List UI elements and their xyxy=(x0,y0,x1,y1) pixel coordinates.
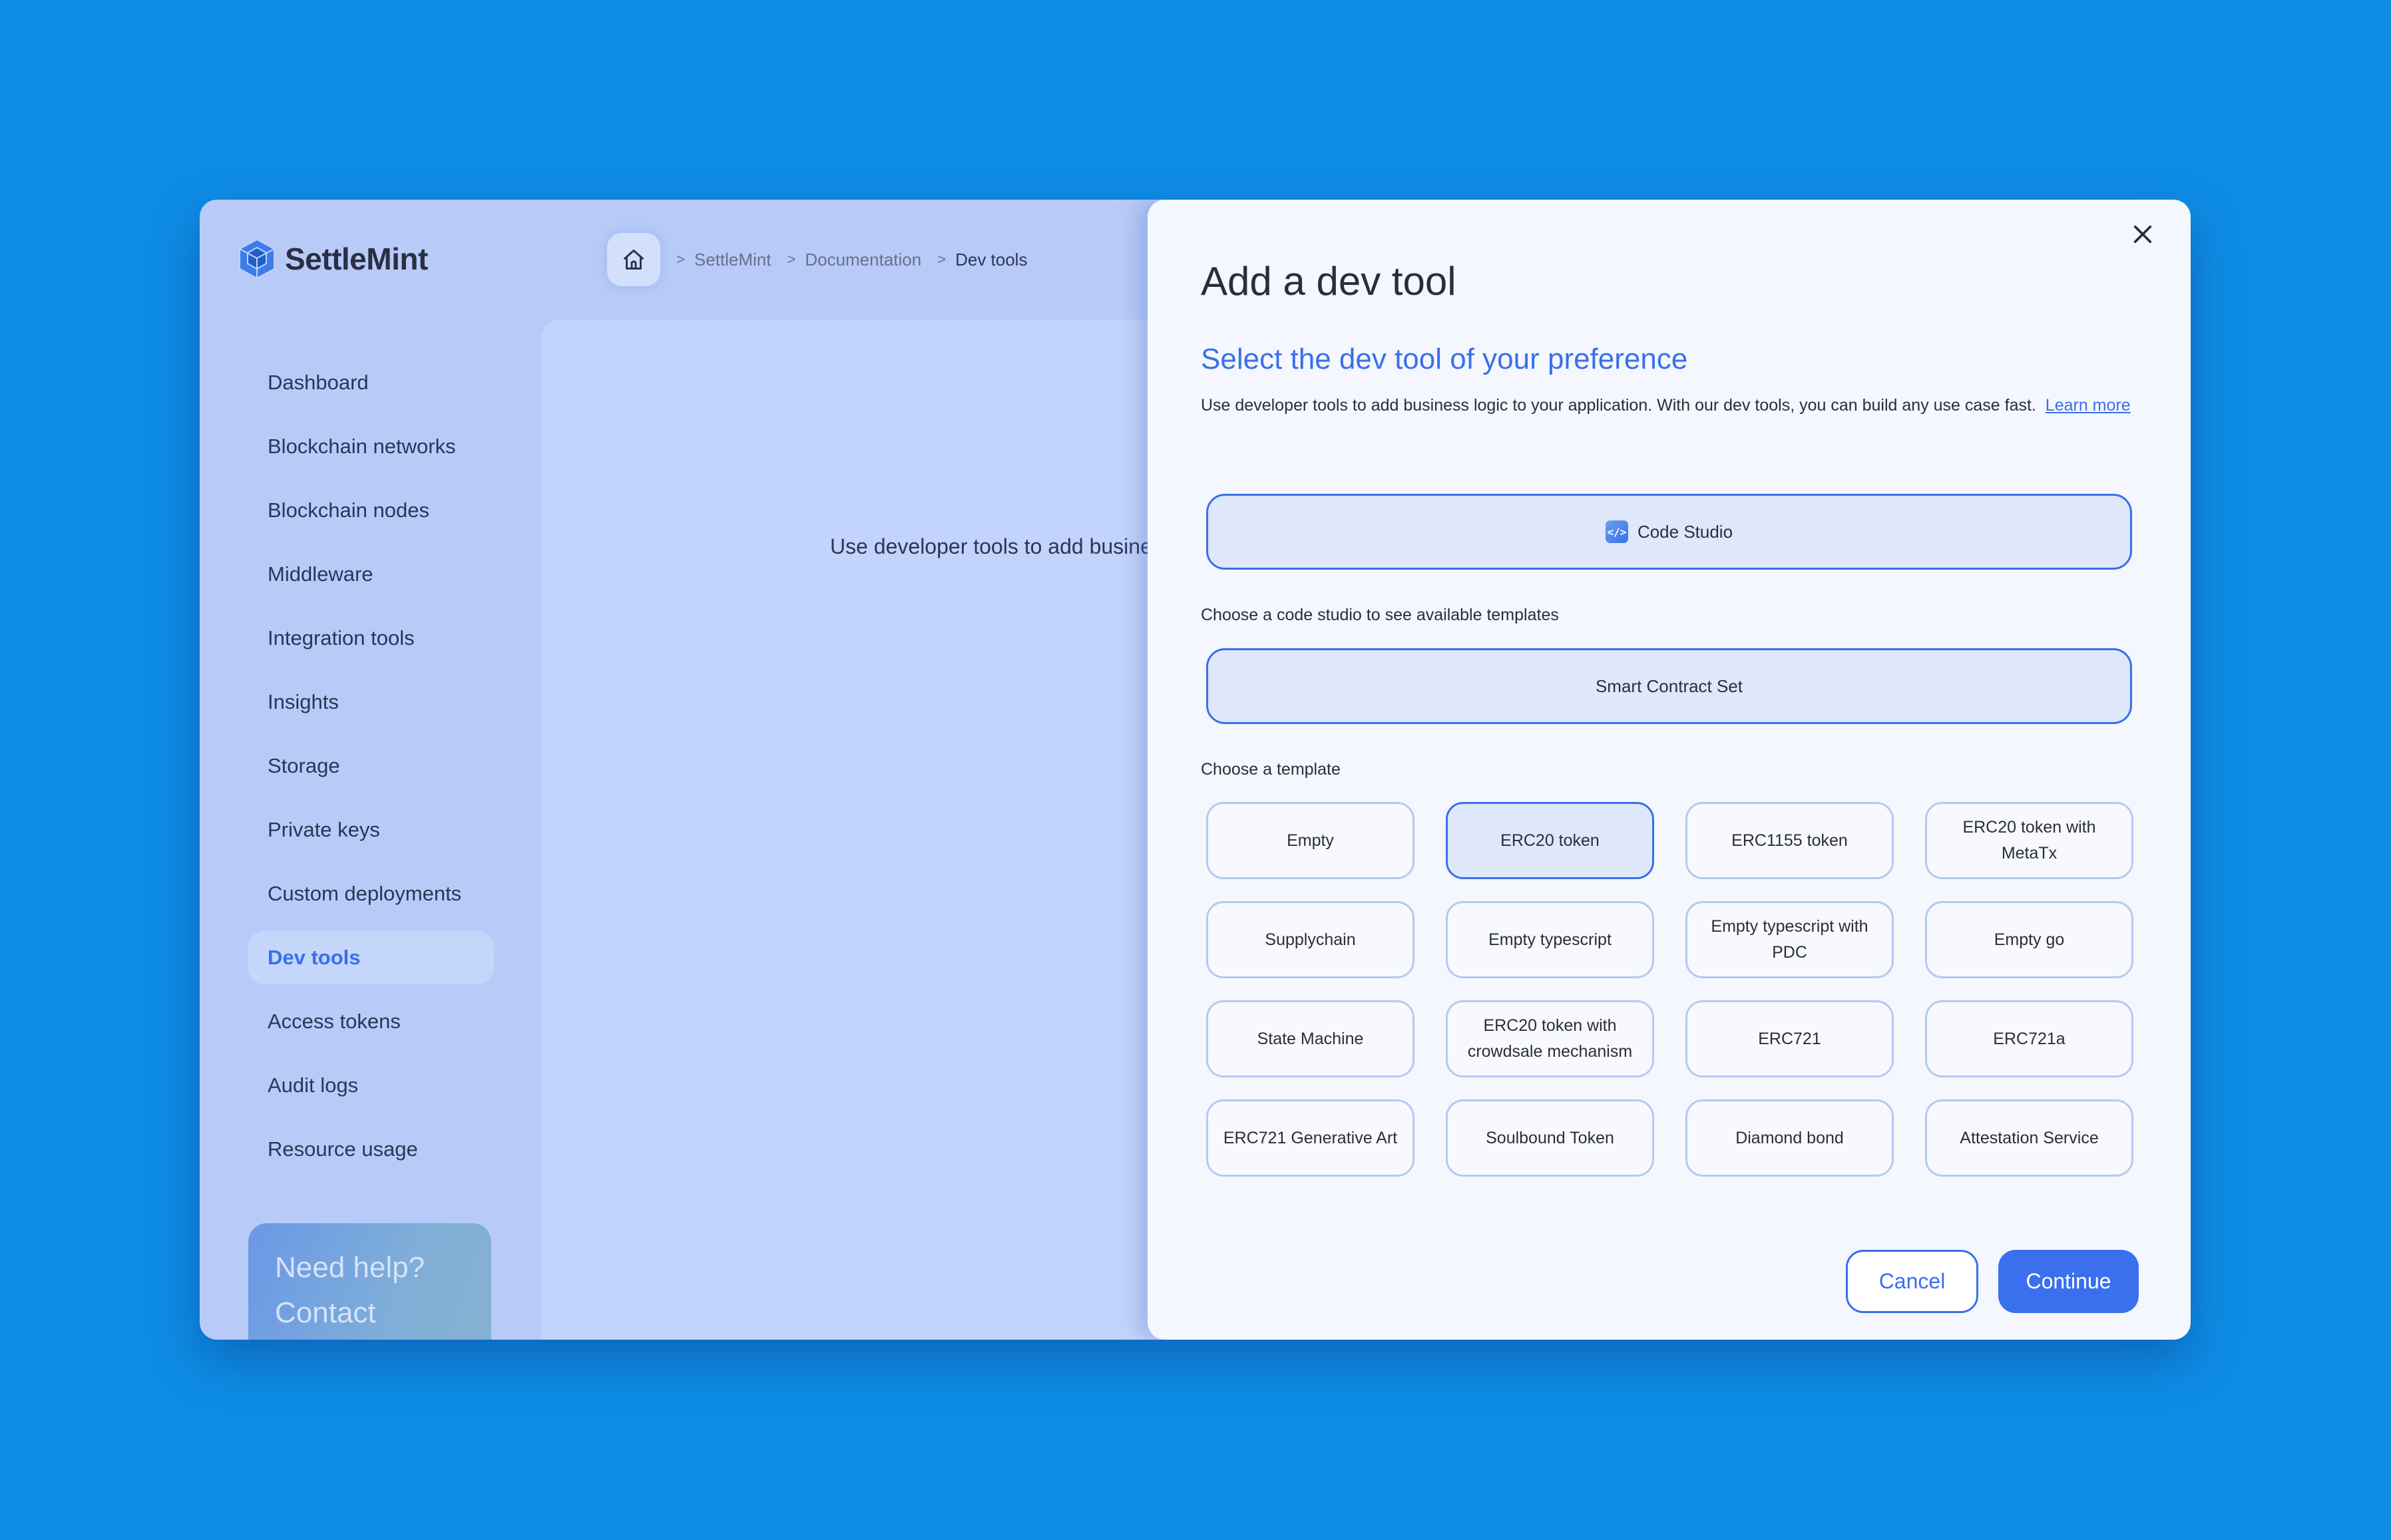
template-label: ERC20 token with MetaTx xyxy=(1962,818,2096,863)
sidebar-item-label: Blockchain nodes xyxy=(268,498,429,522)
add-dev-tool-modal: Add a dev tool Select the dev tool of yo… xyxy=(1148,200,2191,1340)
sidebar-item-label: Private keys xyxy=(268,818,380,841)
template-erc721[interactable]: ERC721 xyxy=(1685,1000,1894,1077)
sidebar-item-blockchain-networks[interactable]: Blockchain networks xyxy=(248,420,494,473)
sidebar-item-label: Dashboard xyxy=(268,371,369,394)
continue-button[interactable]: Continue xyxy=(1998,1250,2139,1313)
template-empty-go[interactable]: Empty go xyxy=(1925,901,2133,978)
help-card-contact[interactable]: Contact xyxy=(275,1296,376,1330)
template-diamond-bond[interactable]: Diamond bond xyxy=(1685,1099,1894,1177)
template-label: ERC20 token with crowdsale mechanism xyxy=(1467,1016,1633,1061)
home-button[interactable] xyxy=(607,233,660,286)
cancel-button[interactable]: Cancel xyxy=(1846,1250,1978,1313)
template-state-machine[interactable]: State Machine xyxy=(1206,1000,1414,1077)
sidebar-item-custom-deployments[interactable]: Custom deployments xyxy=(248,867,494,920)
sidebar-item-label: Audit logs xyxy=(268,1073,359,1097)
breadcrumb: > SettleMint > Documentation > Dev tools xyxy=(607,233,1027,286)
template-label: Attestation Service xyxy=(1960,1128,2099,1147)
modal-subtitle: Select the dev tool of your preference xyxy=(1201,343,1688,375)
sidebar-item-label: Custom deployments xyxy=(268,882,462,905)
template-erc20-crowdsale[interactable]: ERC20 token with crowdsale mechanism xyxy=(1446,1000,1654,1077)
sidebar-item-label: Access tokens xyxy=(268,1010,401,1033)
sidebar-item-label: Storage xyxy=(268,754,340,777)
template-erc20-token[interactable]: ERC20 token xyxy=(1446,802,1654,879)
template-label: Supplychain xyxy=(1265,930,1356,949)
learn-more-link[interactable]: Learn more xyxy=(2046,396,2131,415)
breadcrumb-separator: > xyxy=(787,251,796,268)
template-label: Empty xyxy=(1287,831,1334,850)
main-intro-text: Use developer tools to add busine xyxy=(830,534,1152,558)
sidebar-item-insights[interactable]: Insights xyxy=(248,675,494,729)
modal-description-text: Use developer tools to add business logi… xyxy=(1201,396,2036,415)
app-window: SettleMint Dashboard Blockchain networks… xyxy=(200,200,2191,1340)
template-supplychain[interactable]: Supplychain xyxy=(1206,901,1414,978)
brand-logo[interactable]: SettleMint xyxy=(238,238,428,280)
template-label: ERC721 Generative Art xyxy=(1223,1128,1398,1147)
template-label: Empty typescript with PDC xyxy=(1711,917,1868,962)
sidebar-item-label: Resource usage xyxy=(268,1137,418,1161)
template-empty-typescript-pdc[interactable]: Empty typescript with PDC xyxy=(1685,901,1894,978)
template-label: State Machine xyxy=(1257,1029,1364,1048)
smart-contract-set-label: Smart Contract Set xyxy=(1595,675,1743,696)
close-button[interactable] xyxy=(2128,220,2157,249)
template-label: Soulbound Token xyxy=(1486,1128,1614,1147)
settlemint-cube-icon xyxy=(239,238,275,280)
sidebar-item-middleware[interactable]: Middleware xyxy=(248,548,494,601)
template-erc721-generative-art[interactable]: ERC721 Generative Art xyxy=(1206,1099,1414,1177)
code-icon: </> xyxy=(1605,520,1628,543)
template-erc20-metatx[interactable]: ERC20 token with MetaTx xyxy=(1925,802,2133,879)
sidebar-item-resource-usage[interactable]: Resource usage xyxy=(248,1123,494,1176)
sidebar-item-label: Middleware xyxy=(268,562,373,586)
template-empty[interactable]: Empty xyxy=(1206,802,1414,879)
breadcrumb-separator: > xyxy=(937,251,947,268)
breadcrumb-dev-tools: Dev tools xyxy=(955,249,1028,270)
template-label: ERC721 xyxy=(1758,1029,1821,1048)
sidebar-item-storage[interactable]: Storage xyxy=(248,739,494,793)
sidebar-nav: Dashboard Blockchain networks Blockchain… xyxy=(248,356,494,1187)
template-label: ERC721a xyxy=(1993,1029,2065,1048)
template-attestation-service[interactable]: Attestation Service xyxy=(1925,1099,2133,1177)
template-erc1155-token[interactable]: ERC1155 token xyxy=(1685,802,1894,879)
template-label: ERC1155 token xyxy=(1731,831,1848,850)
sidebar-item-label: Integration tools xyxy=(268,626,415,650)
help-card-title: Need help? xyxy=(275,1251,425,1284)
sidebar-item-label: Dev tools xyxy=(268,946,361,969)
template-grid: Empty ERC20 token ERC1155 token ERC20 to… xyxy=(1206,802,2133,1177)
sidebar-item-dashboard[interactable]: Dashboard xyxy=(248,356,494,409)
breadcrumb-documentation[interactable]: Documentation xyxy=(805,250,921,270)
template-label: Empty typescript xyxy=(1488,930,1612,949)
code-studio-label: Code Studio xyxy=(1637,521,1733,542)
home-icon xyxy=(624,250,644,270)
template-label: Empty go xyxy=(1994,930,2065,949)
code-studio-option[interactable]: </> Code Studio xyxy=(1206,494,2132,570)
close-icon xyxy=(2133,225,2152,244)
template-soulbound-token[interactable]: Soulbound Token xyxy=(1446,1099,1654,1177)
smart-contract-set-option[interactable]: Smart Contract Set xyxy=(1206,648,2132,724)
sidebar-item-dev-tools[interactable]: Dev tools xyxy=(248,931,494,984)
sidebar-item-blockchain-nodes[interactable]: Blockchain nodes xyxy=(248,484,494,537)
sidebar-item-audit-logs[interactable]: Audit logs xyxy=(248,1059,494,1112)
template-label: ERC20 token xyxy=(1500,831,1600,850)
brand-name: SettleMint xyxy=(285,242,428,276)
template-erc721a[interactable]: ERC721a xyxy=(1925,1000,2133,1077)
modal-title: Add a dev tool xyxy=(1201,259,1456,303)
sidebar-item-label: Blockchain networks xyxy=(268,435,456,458)
breadcrumb-settlemint[interactable]: SettleMint xyxy=(694,250,771,270)
sidebar-item-access-tokens[interactable]: Access tokens xyxy=(248,995,494,1048)
sidebar-item-label: Insights xyxy=(268,690,339,713)
template-label: Diamond bond xyxy=(1735,1128,1844,1147)
code-studio-hint: Choose a code studio to see available te… xyxy=(1201,606,1559,624)
template-empty-typescript[interactable]: Empty typescript xyxy=(1446,901,1654,978)
sidebar-item-integration-tools[interactable]: Integration tools xyxy=(248,612,494,665)
sidebar-item-private-keys[interactable]: Private keys xyxy=(248,803,494,857)
breadcrumb-separator: > xyxy=(676,251,685,268)
template-label: Choose a template xyxy=(1201,760,1341,779)
modal-description: Use developer tools to add business logi… xyxy=(1201,393,2139,419)
help-card[interactable]: Need help? Contact xyxy=(248,1223,491,1340)
